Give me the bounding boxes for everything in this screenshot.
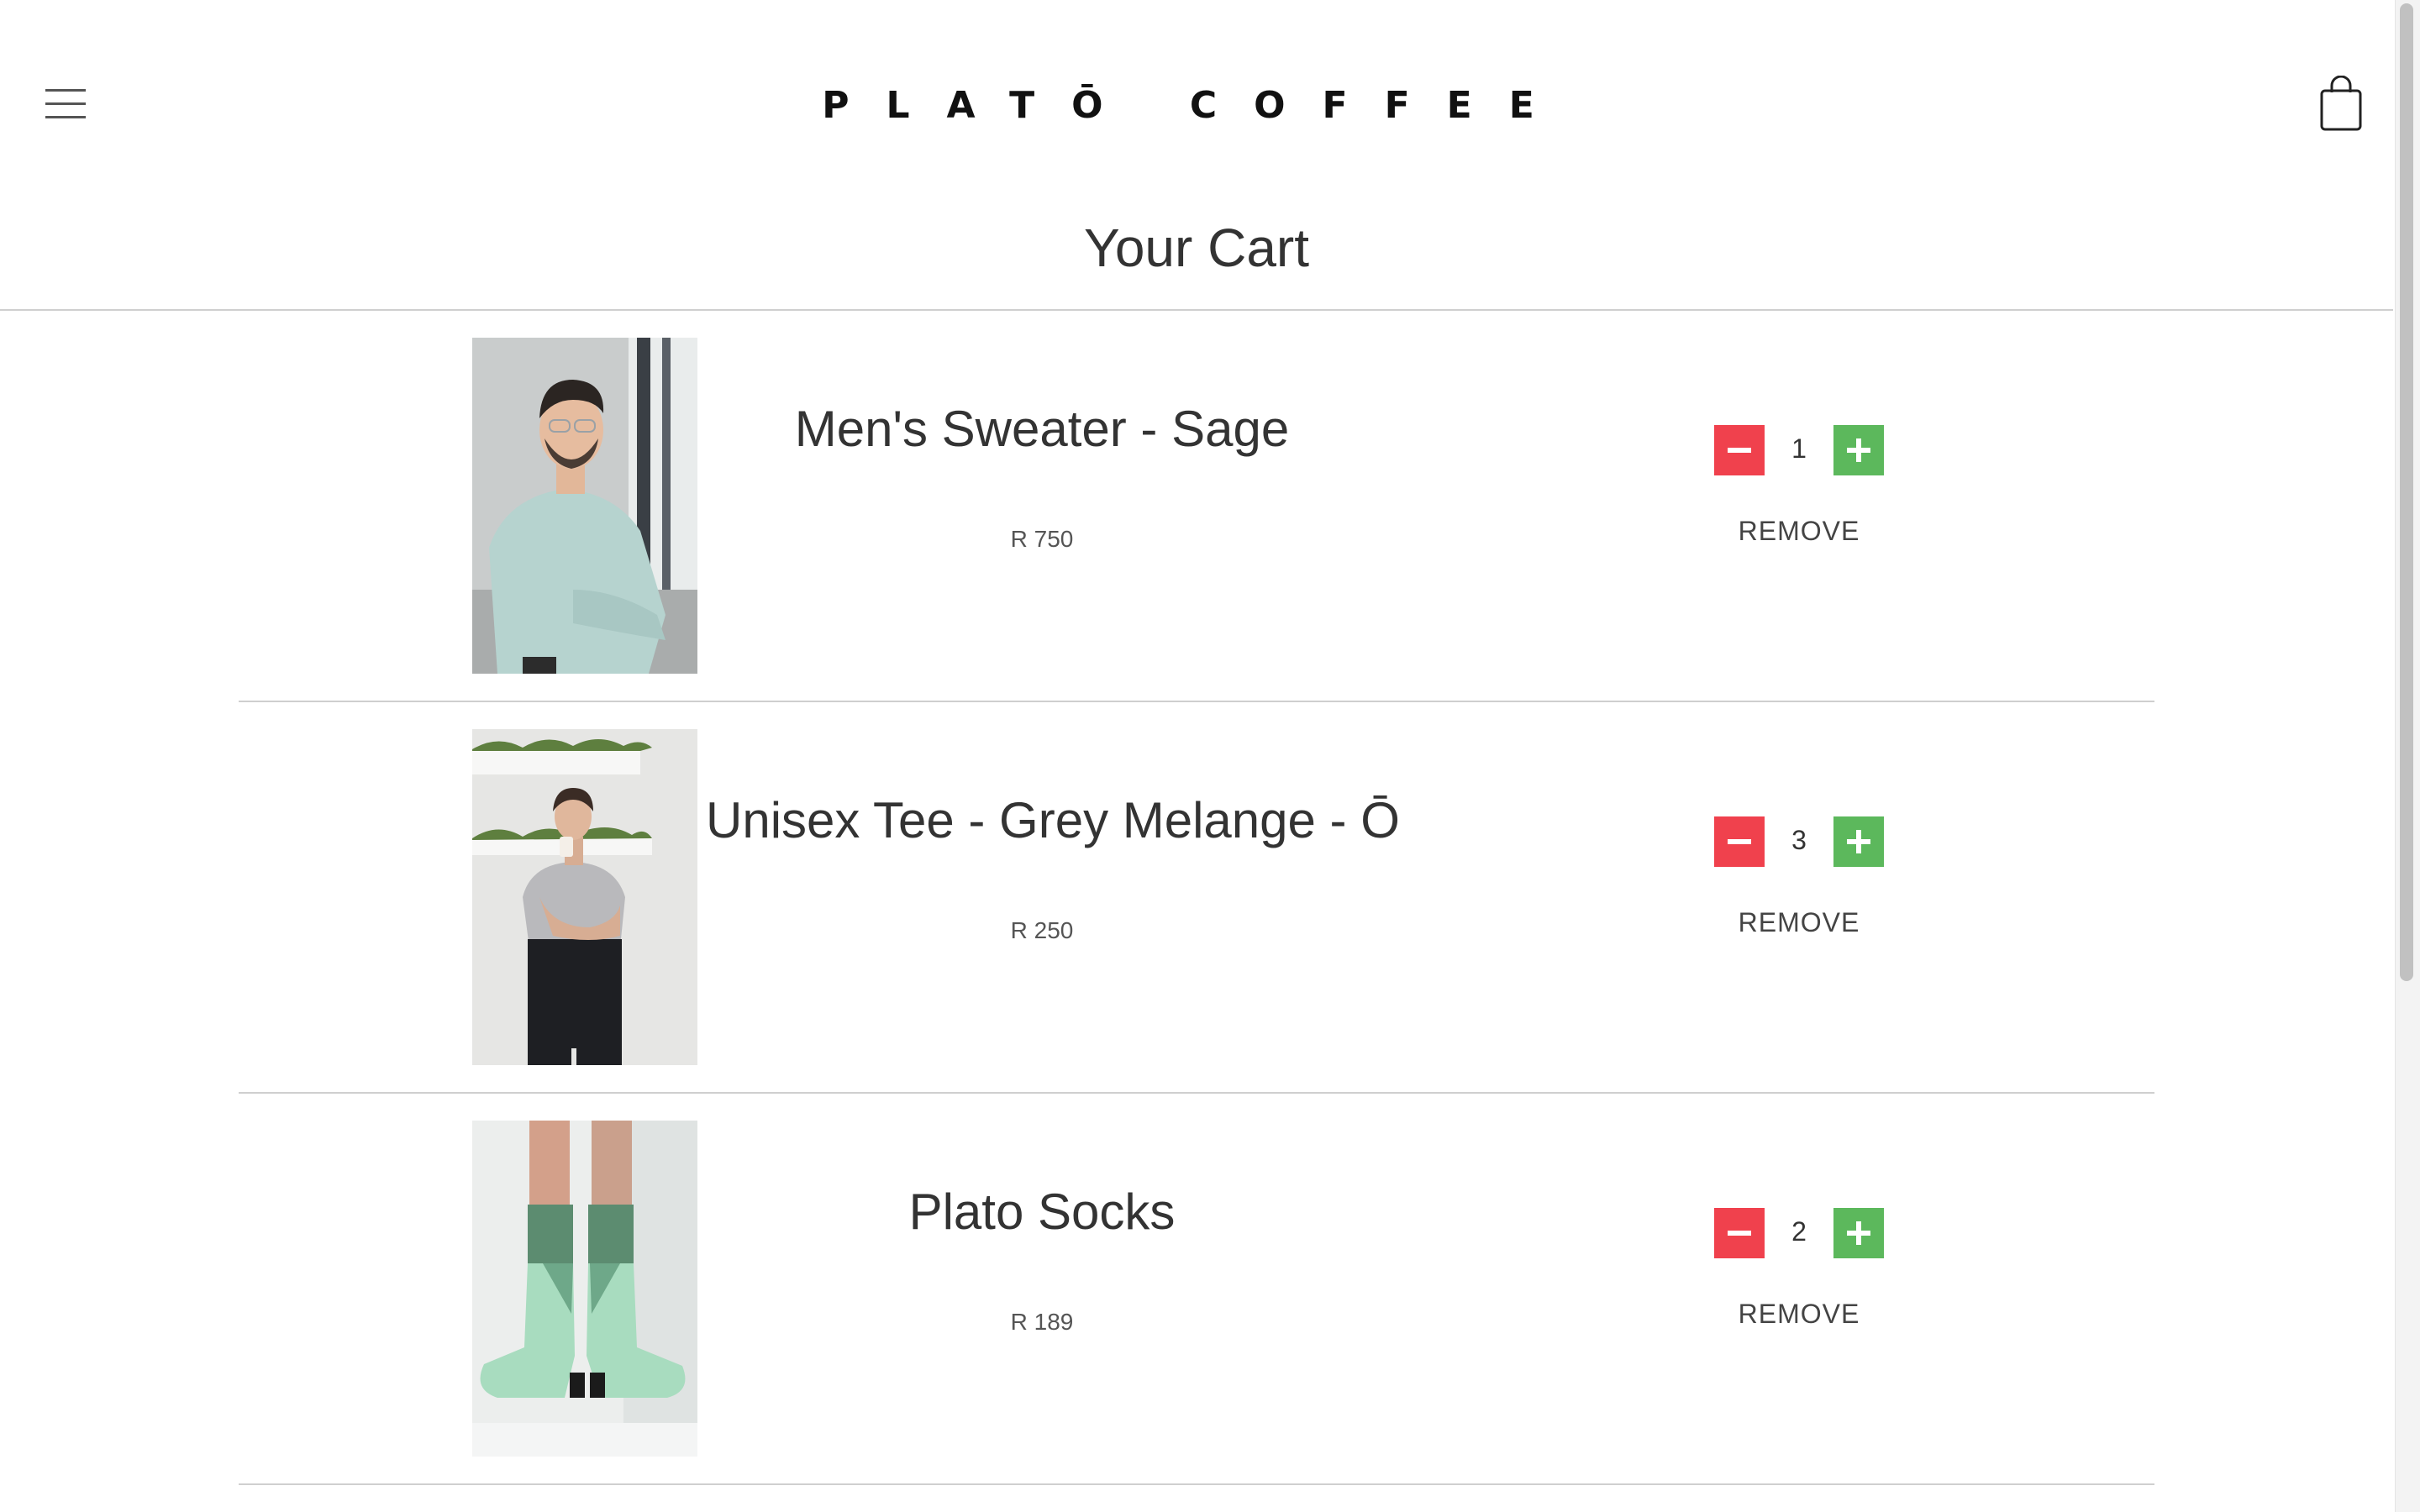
quantity-stepper: 1 bbox=[1714, 425, 1884, 475]
remove-item-button[interactable]: REMOVE bbox=[1714, 516, 1884, 547]
quantity-value: 3 bbox=[1791, 825, 1807, 855]
scrollbar-thumb[interactable] bbox=[2400, 3, 2413, 981]
quantity-value: 2 bbox=[1791, 1216, 1807, 1247]
minus-icon bbox=[1728, 1231, 1751, 1236]
cart-item: Plato Socks R 189 2 REMOVE bbox=[239, 1094, 2154, 1485]
item-name[interactable]: Unisex Tee - Grey Melange - Ō bbox=[706, 791, 1400, 849]
man-in-sage-sweater-photo[interactable] bbox=[472, 338, 697, 674]
item-price: R 750 bbox=[1010, 526, 1074, 552]
site-logo[interactable]: PLATŌ COFFEE bbox=[0, 84, 2393, 127]
item-name[interactable]: Men's Sweater - Sage bbox=[706, 400, 1378, 458]
item-name[interactable]: Plato Socks bbox=[706, 1183, 1378, 1241]
cart-page: PLATŌ COFFEE Your Cart Men's Sweater - S… bbox=[0, 0, 2420, 1512]
woman-in-grey-tee-photo[interactable] bbox=[472, 729, 697, 1065]
quantity-stepper: 3 bbox=[1714, 816, 1884, 867]
increase-quantity-button[interactable] bbox=[1833, 816, 1884, 867]
quantity-stepper: 2 bbox=[1714, 1208, 1884, 1258]
quantity-value: 1 bbox=[1791, 433, 1807, 464]
shopping-bag-icon[interactable] bbox=[2319, 75, 2363, 131]
remove-item-button[interactable]: REMOVE bbox=[1714, 1299, 1884, 1330]
mint-green-socks-photo[interactable] bbox=[472, 1121, 697, 1457]
increase-quantity-button[interactable] bbox=[1833, 425, 1884, 475]
item-price: R 250 bbox=[1010, 917, 1074, 943]
decrease-quantity-button[interactable] bbox=[1714, 816, 1765, 867]
cart-item-list: Men's Sweater - Sage R 750 1 REMOVE Unis… bbox=[239, 311, 2154, 1485]
decrease-quantity-button[interactable] bbox=[1714, 1208, 1765, 1258]
minus-icon bbox=[1728, 839, 1751, 844]
page-title: Your Cart bbox=[1084, 218, 1309, 278]
item-price: R 189 bbox=[1010, 1309, 1074, 1335]
remove-item-button[interactable]: REMOVE bbox=[1714, 907, 1884, 938]
decrease-quantity-button[interactable] bbox=[1714, 425, 1765, 475]
increase-quantity-button[interactable] bbox=[1833, 1208, 1884, 1258]
cart-item: Men's Sweater - Sage R 750 1 REMOVE bbox=[239, 311, 2154, 702]
cart-item: Unisex Tee - Grey Melange - Ō R 250 3 RE… bbox=[239, 702, 2154, 1094]
minus-icon bbox=[1728, 448, 1751, 453]
